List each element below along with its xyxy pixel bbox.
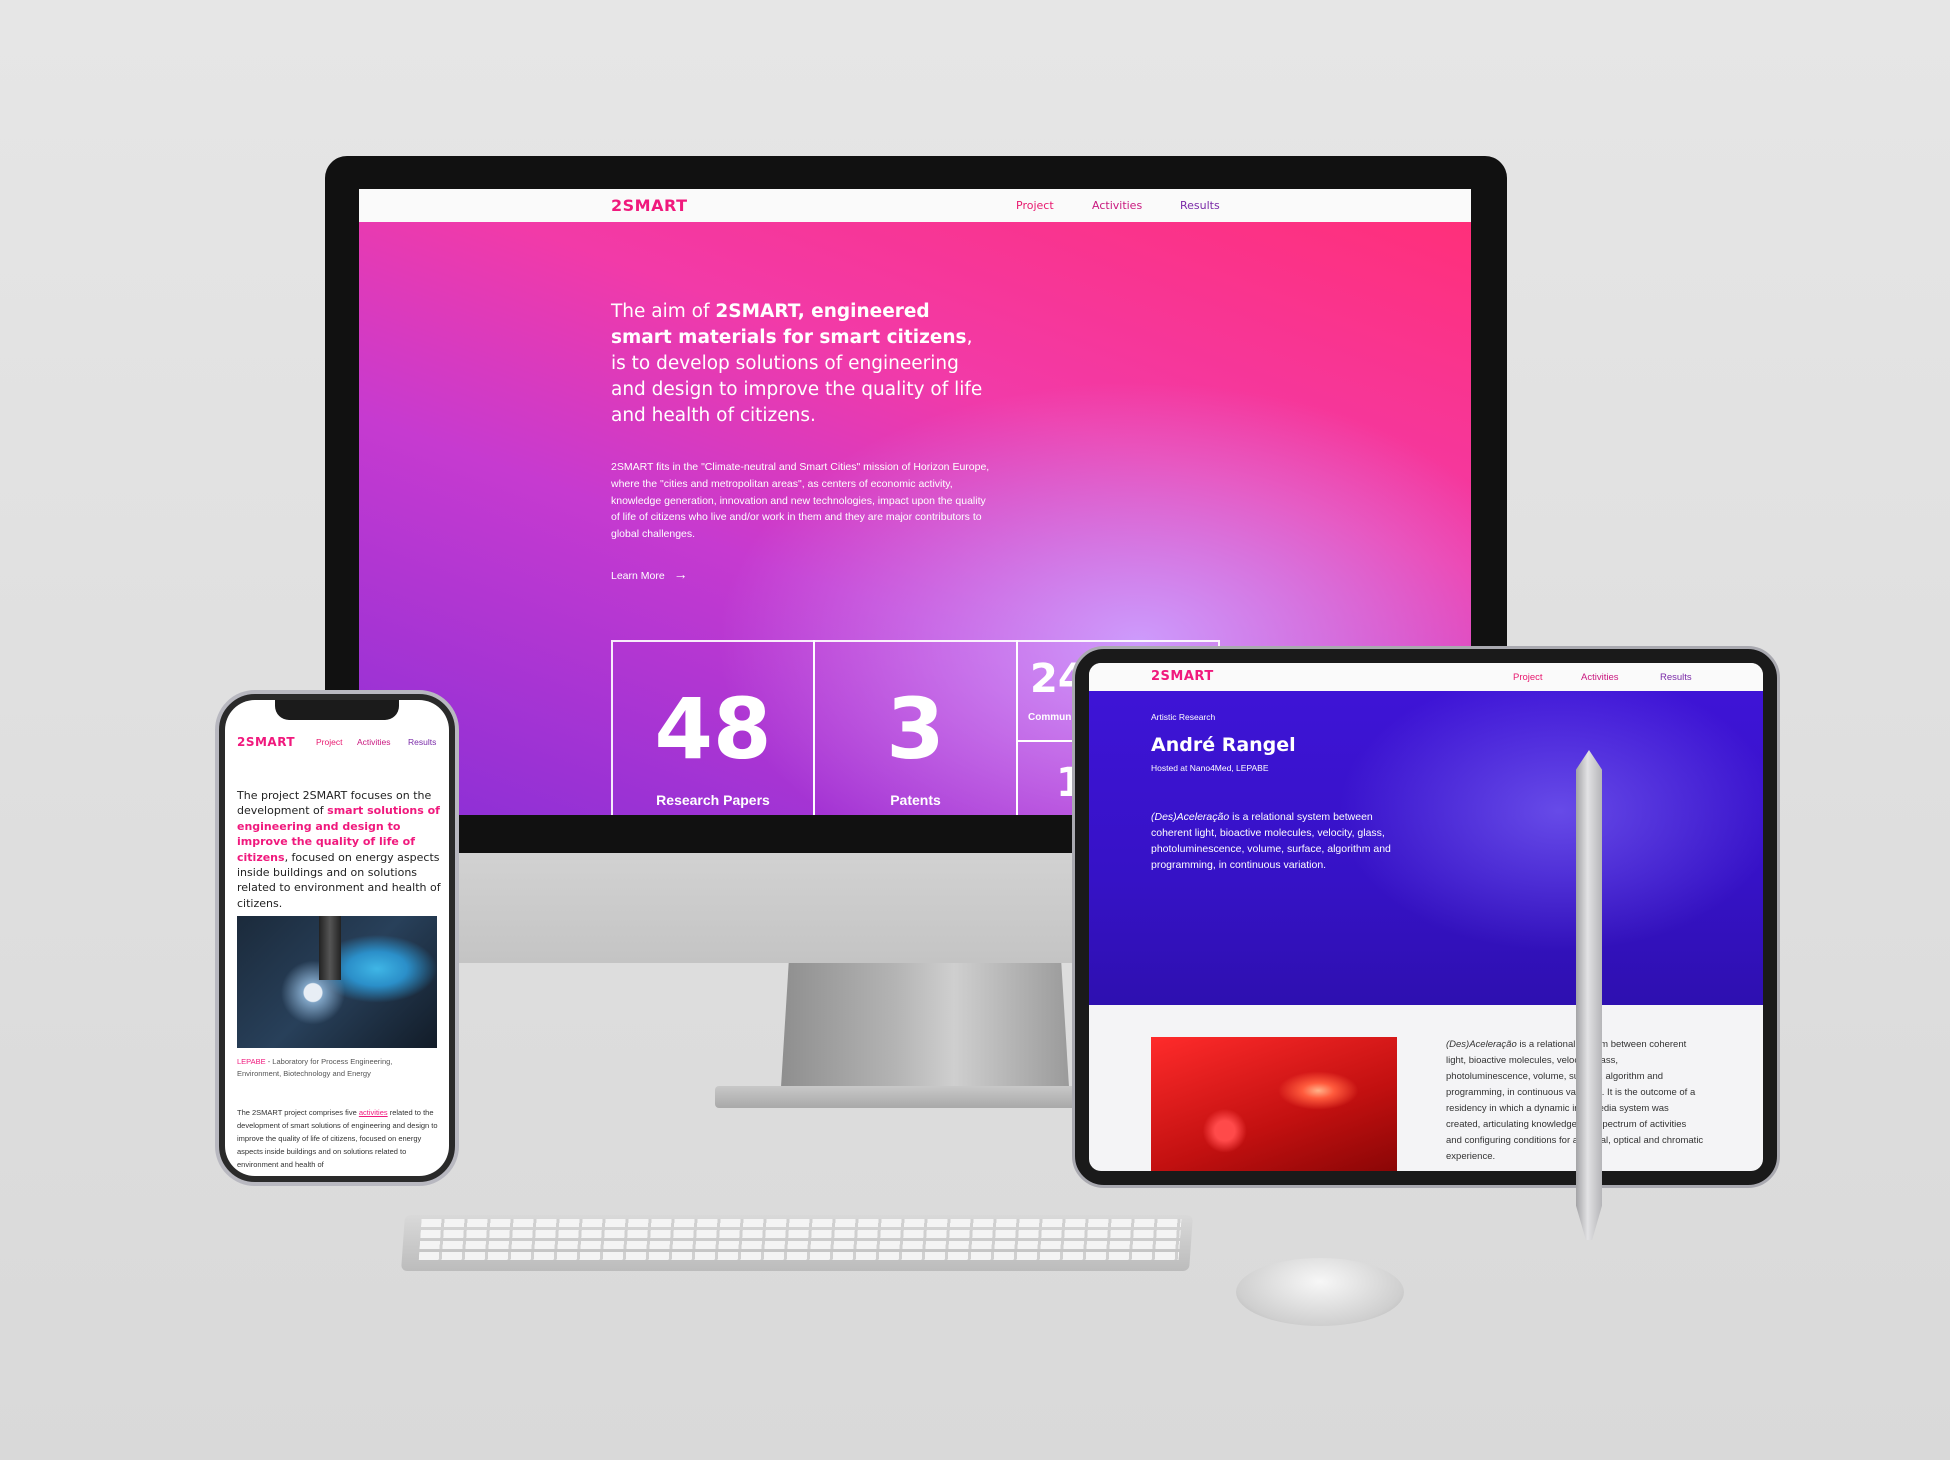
desktop-intro-paragraph: 2SMART fits in the "Climate-neutral and … bbox=[611, 461, 990, 541]
activities-link[interactable]: activities bbox=[359, 1108, 388, 1117]
phone-nav-activities[interactable]: Activities bbox=[357, 737, 391, 747]
artwork-photo bbox=[1151, 1037, 1397, 1171]
stat-patents: 3 Patents bbox=[813, 640, 1018, 815]
tablet-body-text: (Des)Aceleração is a relational system b… bbox=[1446, 1037, 1704, 1165]
tablet-nav-results[interactable]: Results bbox=[1660, 672, 1692, 683]
tablet-header: 2SMART Project Activities Results bbox=[1089, 663, 1763, 691]
desktop-header: 2SMART Project Activities Results bbox=[359, 189, 1471, 222]
hero-description: (Des)Aceleração is a relational system b… bbox=[1151, 809, 1409, 873]
tablet-nav-project[interactable]: Project bbox=[1513, 672, 1543, 683]
stat-label: Patents bbox=[890, 792, 941, 808]
learn-more-link[interactable]: Learn More → bbox=[611, 566, 688, 582]
phone-notch bbox=[275, 700, 399, 720]
phone-image-caption: LEPABE - Laboratory for Process Engineer… bbox=[237, 1056, 437, 1079]
desktop-nav-project[interactable]: Project bbox=[1016, 199, 1054, 212]
stylus-pen bbox=[1576, 750, 1602, 1240]
stat-research-papers: 48 Research Papers bbox=[611, 640, 815, 815]
lab-photo bbox=[237, 916, 437, 1048]
tablet-screen: 2SMART Project Activities Results Artist… bbox=[1089, 663, 1763, 1171]
artist-name: André Rangel bbox=[1151, 734, 1296, 756]
desc-italic: (Des)Aceleração bbox=[1151, 811, 1230, 823]
phone-nav-results[interactable]: Results bbox=[408, 737, 436, 747]
stat-value: 3 bbox=[886, 680, 945, 778]
learn-more-label: Learn More bbox=[611, 570, 665, 582]
stat-label: Commun bbox=[1028, 712, 1072, 723]
caption-highlight: LEPABE bbox=[237, 1057, 266, 1066]
hosted-at: Hosted at Nano4Med, LEPABE bbox=[1151, 763, 1269, 773]
body-rest: is a relational system between coherent … bbox=[1446, 1039, 1704, 1162]
body-italic: (Des)Aceleração bbox=[1446, 1039, 1517, 1050]
stat-value: 48 bbox=[654, 680, 772, 778]
phone-logo[interactable]: 2SMART bbox=[237, 735, 295, 749]
microscope-shape bbox=[319, 916, 341, 980]
desktop-logo[interactable]: 2SMART bbox=[611, 196, 687, 215]
phone-nav-project[interactable]: Project bbox=[316, 737, 342, 747]
monitor-stand bbox=[780, 963, 1070, 1103]
phone-body-text: The 2SMART project comprises five activi… bbox=[237, 1106, 441, 1171]
arrow-right-icon: → bbox=[673, 566, 688, 582]
desktop-headline: The aim of 2SMART, engineered smart mate… bbox=[611, 299, 991, 429]
headline-pre: The aim of bbox=[611, 301, 716, 322]
desktop-nav-results[interactable]: Results bbox=[1180, 199, 1220, 212]
desktop-nav-activities[interactable]: Activities bbox=[1092, 199, 1142, 212]
phone-intro: The project 2SMART focuses on the develo… bbox=[237, 788, 441, 911]
body-pre: The 2SMART project comprises five bbox=[237, 1108, 359, 1117]
tablet-hero: Artistic Research André Rangel Hosted at… bbox=[1089, 691, 1763, 1005]
body-post: related to the development of smart solu… bbox=[237, 1108, 438, 1169]
tablet-logo[interactable]: 2SMART bbox=[1151, 669, 1214, 684]
phone-screen: 2SMART Project Activities Results The pr… bbox=[225, 700, 449, 1176]
keyboard-keys bbox=[418, 1219, 1182, 1263]
mouse bbox=[1236, 1258, 1404, 1326]
eyebrow-label: Artistic Research bbox=[1151, 712, 1216, 722]
tablet-nav-activities[interactable]: Activities bbox=[1581, 672, 1618, 683]
stat-label: Research Papers bbox=[656, 792, 770, 808]
